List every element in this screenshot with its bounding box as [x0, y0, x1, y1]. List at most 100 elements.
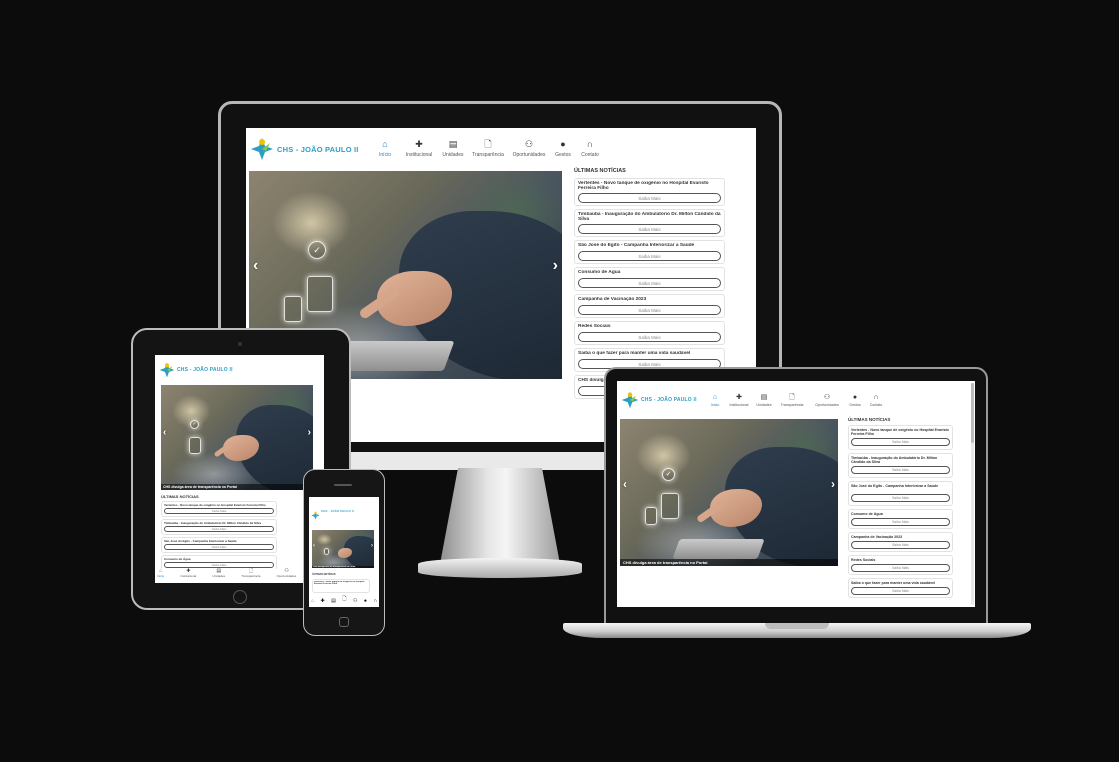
logo-mark-icon — [159, 362, 175, 378]
nav-transparencia[interactable]: 🗋 Transparência — [468, 140, 508, 159]
read-more-button[interactable]: Saiba Mais — [164, 526, 274, 532]
read-more-button[interactable]: Saiba Mais — [578, 251, 721, 261]
carousel-prev-button[interactable]: ‹ — [253, 257, 258, 275]
read-more-button[interactable]: Saiba Mais — [164, 544, 274, 550]
read-more-button[interactable]: Saiba Mais — [851, 438, 950, 446]
read-more-button[interactable]: Saiba Mais — [578, 224, 721, 234]
headset-icon[interactable]: ∩ — [373, 598, 377, 604]
logo[interactable]: CHS - JOÃO PAULO II — [621, 391, 699, 409]
building-icon[interactable]: ▤ — [331, 598, 336, 604]
news-card: São José do Egito - Campanha Interioriza… — [574, 240, 725, 264]
monitor-base — [418, 558, 582, 578]
people-icon[interactable]: ⚇ — [353, 598, 357, 604]
check-icon: ✓ — [308, 241, 326, 259]
news-heading: ÚLTIMAS NOTÍCIAS — [161, 494, 199, 499]
people-icon: ⚇ — [823, 393, 831, 401]
nav-institucional[interactable]: ✚ Institucional — [180, 569, 196, 579]
read-more-button[interactable]: Saiba Mais — [851, 466, 950, 474]
read-more-button[interactable]: Saiba Mais — [851, 518, 950, 526]
read-more-button[interactable]: Saiba Mais — [578, 305, 721, 315]
nav-transparencia[interactable]: 🗋 Transparência — [775, 394, 809, 407]
read-more-button[interactable]: Saiba Mais — [578, 193, 721, 203]
hero-doc-graphic — [307, 276, 333, 312]
logo-text: CHS - JOÃO PAULO II — [641, 397, 697, 403]
news-card: Redes Sociais Saiba Mais — [848, 555, 953, 575]
nav-gestos[interactable]: ●Gestos — [845, 394, 865, 407]
logo-text: CHS - JOÃO PAULO II — [177, 367, 233, 373]
logo-text: CHS - JOÃO PAULO II — [321, 509, 354, 513]
plus-icon[interactable]: ✚ — [321, 598, 325, 604]
hero-doc-graphic — [284, 296, 302, 322]
nav-inicio[interactable]: ⌂ Início — [157, 569, 164, 579]
tablet-camera — [238, 342, 242, 346]
nav-unidades[interactable]: ▤ Unidades — [212, 569, 225, 579]
read-more-button[interactable]: Saiba Mais — [578, 278, 721, 288]
carousel-next-button[interactable]: › — [553, 257, 558, 275]
carousel-prev-button[interactable]: ‹ — [623, 477, 627, 491]
news-list: Vertentes - Novo tanque de oxigênio no H… — [574, 178, 725, 399]
nav-institucional[interactable]: ✚ Institucional — [400, 140, 438, 159]
news-list: Vertentes - Novo tanque de oxigênio no H… — [161, 501, 277, 571]
scrollbar-thumb[interactable] — [971, 383, 974, 443]
news-card: Campanha de Vacinação 2023 Saiba Mais — [574, 294, 725, 318]
globe-icon[interactable]: ● — [364, 598, 367, 604]
news-card: Vertentes - Novo tanque de oxigênio no H… — [574, 178, 725, 206]
carousel-next-button[interactable]: › — [371, 543, 373, 549]
nav-oportunidades[interactable]: ⚇ Oportunidades — [277, 569, 297, 579]
logo[interactable]: CHS - JOÃO PAULO II — [311, 507, 354, 520]
bottom-nav: ⌂ Início ✚ Institucional ▤ Unidades 🗋 Transp… — [157, 569, 322, 578]
carousel-prev-button[interactable]: ‹ — [313, 543, 315, 549]
tablet-screen: CHS - JOÃO PAULO II ✓ ‹ › CHS divulga ár… — [155, 355, 324, 583]
news-card: São José do Egito - Campanha Interioriza… — [848, 481, 953, 506]
plus-icon: ✚ — [736, 393, 742, 401]
hero-carousel[interactable]: ✓ ‹ › CHS divulga área de transparência … — [161, 385, 313, 490]
hero-caption: CHS divulga área de transparência no Por… — [620, 559, 838, 566]
nav-oportunidades[interactable]: ⚇ Oportunidades — [508, 140, 550, 159]
check-icon: ✓ — [662, 468, 675, 481]
nav-inicio[interactable]: ⌂ Início — [705, 394, 725, 407]
news-card: Saiba o que fazer para manter uma vida s… — [848, 578, 953, 598]
read-more-button[interactable]: Saiba Mais — [851, 587, 950, 595]
hero-carousel[interactable]: ‹ › CHS divulga área de transparência no… — [312, 530, 374, 568]
news-heading: ÚLTIMAS NOTÍCIAS — [574, 168, 626, 174]
hero-doc-graphic — [189, 437, 201, 454]
laptop-screen: CHS - JOÃO PAULO II ⌂ Início ✚ Institucion… — [617, 381, 975, 607]
read-more-button[interactable]: Saiba Mais — [578, 332, 721, 342]
carousel-prev-button[interactable]: ‹ — [163, 427, 166, 438]
nav-unidades[interactable]: ▤ Unidades — [753, 394, 775, 407]
news-card: Redes Sociais Saiba Mais — [574, 321, 725, 345]
news-card: Timbaúba - Inauguração do Ambulatório Dr… — [161, 519, 277, 535]
site-header: CHS - JOÃO PAULO II — [159, 360, 319, 380]
read-more-button[interactable]: Saiba Mais — [851, 564, 950, 572]
read-more-button[interactable]: Saiba Mais — [851, 541, 950, 549]
hero-carousel[interactable]: ✓ ‹ › CHS divulga área de transparência … — [620, 419, 838, 566]
nav-institucional[interactable]: ✚ Institucional — [725, 394, 753, 407]
logo[interactable]: CHS - JOÃO PAULO II — [250, 137, 364, 161]
nav-transparencia[interactable]: 🗋 Transparência — [241, 569, 260, 579]
read-more-button[interactable]: Saiba Mais — [851, 494, 950, 502]
nav-contato[interactable]: ∩ Contato — [576, 140, 604, 159]
nav-gestos[interactable]: ●Gestos — [550, 139, 576, 159]
logo-mark-icon — [311, 507, 320, 520]
carousel-next-button[interactable]: › — [831, 477, 835, 491]
news-list: Vertentes - Novo tanque de oxigênio no H… — [312, 579, 370, 593]
carousel-next-button[interactable]: › — [308, 427, 311, 438]
main-nav: ⌂ Início ✚ Institucional ▤ Unidades 🗋 Transp… — [705, 394, 887, 407]
news-heading: ÚLTIMAS NOTÍCIAS — [848, 417, 891, 422]
monitor-stand — [440, 468, 560, 564]
nav-oportunidades[interactable]: ⚇ Oportunidades — [809, 394, 845, 407]
nav-inicio[interactable]: ⌂ Início — [370, 140, 400, 159]
nav-contato[interactable]: ∩ Contato — [865, 394, 887, 407]
hero-caption: CHS divulga área de transparência no Por… — [161, 484, 313, 490]
scrollbar[interactable] — [971, 383, 974, 605]
globe-icon: ● — [560, 139, 566, 149]
nav-unidades[interactable]: ▤ Unidades — [438, 140, 468, 159]
read-more-button[interactable]: Saiba Mais — [164, 508, 274, 514]
news-card: Timbaúba - Inauguração do Ambulatório Dr… — [574, 209, 725, 237]
logo[interactable]: CHS - JOÃO PAULO II — [159, 362, 233, 378]
home-icon[interactable]: ⌂ — [311, 598, 314, 604]
news-card: Timbaúba - Inauguração do Ambulatório Dr… — [848, 453, 953, 478]
headset-icon: ∩ — [873, 393, 879, 401]
document-icon[interactable]: 🗋 — [342, 596, 346, 604]
document-icon: 🗋 — [789, 393, 795, 401]
